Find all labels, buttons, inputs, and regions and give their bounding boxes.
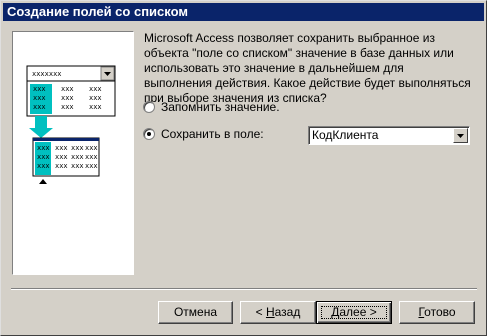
illus-cell: xxx <box>37 162 50 170</box>
illus-cell: xxx <box>55 144 68 152</box>
illus-arrow-down-icon <box>29 128 53 138</box>
illus-cell: xxx <box>33 94 46 102</box>
illus-cell: xxx <box>89 94 102 102</box>
illus-cell: xxx <box>85 144 98 152</box>
option-store[interactable]: Сохранить в поле: <box>143 127 264 141</box>
separator <box>11 288 477 290</box>
next-button[interactable]: Далее > <box>316 301 392 324</box>
description-text: Microsoft Access позволяет сохранить выб… <box>144 31 471 105</box>
focus-rect <box>321 306 387 319</box>
cancel-button[interactable]: Отмена <box>158 301 233 324</box>
illus-pointer-icon <box>39 179 47 184</box>
illus-cell: xxx <box>71 144 84 152</box>
wizard-window: Создание полей со списком xxxxxxx xxx xx… <box>0 0 487 336</box>
back-button-accel: Н <box>265 305 275 319</box>
illus-cell: xxx <box>71 153 84 161</box>
illus-cell: xxx <box>85 162 98 170</box>
option-remember-label: Запомнить значение. <box>161 100 280 114</box>
illus-cell: xxx <box>61 94 74 102</box>
illus-arrow-shaft <box>35 116 47 128</box>
cancel-button-label: Отмена <box>173 305 218 319</box>
illus-cell: xxx <box>89 103 102 111</box>
illus-table-header <box>33 138 99 141</box>
option-remember[interactable]: Запомнить значение. <box>143 100 280 114</box>
radio-remember[interactable] <box>143 101 155 113</box>
illus-cell: xxx <box>85 153 98 161</box>
illus-cell: xxx <box>37 144 50 152</box>
illustration-panel: xxxxxxx xxx xxx xxx xxx xxx xxx xxx xxx … <box>12 31 134 275</box>
combo-illustration: xxxxxxx xxx xxx xxx xxx xxx xxx xxx xxx … <box>26 65 116 184</box>
window-title: Создание полей со списком <box>7 4 188 19</box>
chevron-down-icon <box>457 133 464 138</box>
illus-cell: xxx <box>55 162 68 170</box>
radio-store[interactable] <box>143 128 155 140</box>
back-button[interactable]: < Назад <box>240 301 316 324</box>
back-button-label: азад <box>274 305 301 319</box>
finish-button[interactable]: Готово <box>399 301 475 324</box>
field-combo-dropdown-button[interactable] <box>453 128 468 143</box>
option-store-label: Сохранить в поле: <box>161 127 264 141</box>
illus-combo-text: xxxxxxx <box>32 70 62 78</box>
title-bar: Создание полей со списком <box>3 3 484 21</box>
illus-cell: xxx <box>33 85 46 93</box>
illus-cell: xxx <box>71 162 84 170</box>
illus-cell: xxx <box>55 153 68 161</box>
back-button-prefix: < <box>255 305 266 319</box>
field-combo-value: КодКлиента <box>312 128 379 142</box>
illus-cell: xxx <box>61 85 74 93</box>
finish-button-label: отово <box>424 305 456 319</box>
field-combo[interactable]: КодКлиента <box>308 126 470 145</box>
illus-cell: xxx <box>37 153 50 161</box>
illus-cell: xxx <box>89 85 102 93</box>
illus-cell: xxx <box>33 103 46 111</box>
illus-cell: xxx <box>61 103 74 111</box>
